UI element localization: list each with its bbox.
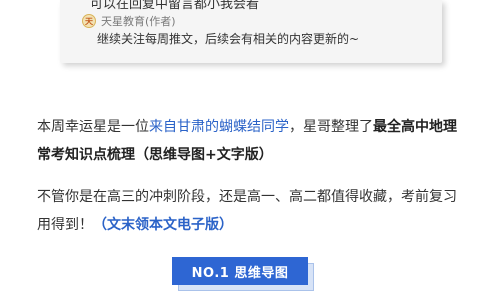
intro-text-2: ，星哥整理了 (289, 119, 373, 135)
comment-card: 可以在回复中留言都小我会看 天 天星教育(作者) 继续关注每周推文，后续会有相关… (60, 0, 442, 63)
author-avatar[interactable]: 天 (82, 14, 96, 28)
author-name[interactable]: 天星教育(作者) (101, 13, 176, 29)
ebook-link[interactable]: （文末领本文电子版） (93, 217, 233, 233)
reply-text: 继续关注每周推文，后续会有相关的内容更新的~ (97, 32, 360, 46)
intro-text: 本周幸运星是一位 (37, 119, 149, 135)
badge-label: NO.1 思维导图 (172, 257, 308, 285)
comment-text: 可以在回复中留言都小我会看 (90, 0, 260, 12)
section-badge: NO.1 思维导图 (172, 257, 318, 291)
reply-header: 天 天星教育(作者) (82, 13, 176, 29)
highlight-link[interactable]: 来自甘肃的蝴蝶结同学 (149, 119, 289, 135)
paragraph-note: 不管你是在高三的冲刺阶段，还是高一、高二都值得收藏，考前复习用得到！（文末领本文… (37, 183, 457, 239)
paragraph-intro: 本周幸运星是一位来自甘肃的蝴蝶结同学，星哥整理了最全高中地理常考知识点梳理（思维… (37, 113, 457, 169)
